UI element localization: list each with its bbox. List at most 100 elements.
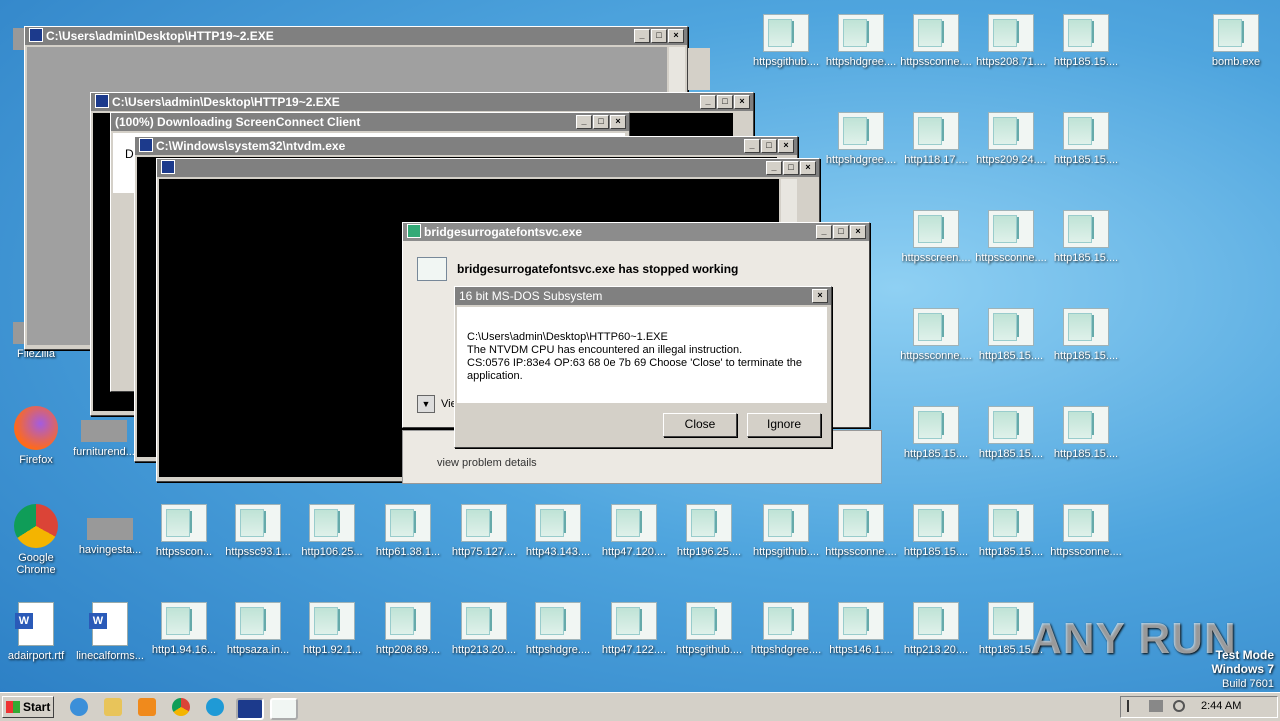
desktop-icon[interactable]: http1.92.1...: [296, 602, 368, 656]
maximize-button[interactable]: □: [783, 161, 799, 175]
close-button[interactable]: ×: [850, 225, 866, 239]
title-bar[interactable]: _ □ ×: [157, 159, 819, 177]
desktop-icon[interactable]: httpshdgre....: [522, 602, 594, 656]
desktop-icon[interactable]: Firefox: [0, 406, 72, 466]
desktop-icon[interactable]: http185.15....: [900, 406, 972, 460]
desktop-icon[interactable]: https146.1....: [825, 602, 897, 656]
desktop-icon[interactable]: http185.15....: [900, 504, 972, 558]
desktop-icon[interactable]: https209.24....: [975, 112, 1047, 166]
desktop-icon[interactable]: httpssconne....: [900, 14, 972, 68]
desktop-icon[interactable]: httpssc93.1...: [222, 504, 294, 558]
desktop-icon[interactable]: http213.20....: [900, 602, 972, 656]
desktop-icon[interactable]: http196.25....: [673, 504, 745, 558]
maximize-button[interactable]: □: [651, 29, 667, 43]
firefox-icon: [14, 406, 58, 450]
media-player-icon[interactable]: [138, 698, 156, 716]
app-taskbar-icon[interactable]: [270, 698, 298, 720]
desktop-icon[interactable]: http75.127....: [448, 504, 520, 558]
executable-icon: [913, 602, 959, 640]
desktop-icon[interactable]: httpshdgree....: [825, 14, 897, 68]
title-bar[interactable]: C:\Users\admin\Desktop\HTTP19~2.EXE _ □ ×: [91, 93, 753, 111]
desktop-icon[interactable]: httpssconne....: [825, 504, 897, 558]
title-bar[interactable]: C:\Users\admin\Desktop\HTTP19~2.EXE _ □ ×: [25, 27, 687, 45]
maximize-button[interactable]: □: [593, 115, 609, 129]
maximize-button[interactable]: □: [761, 139, 777, 153]
close-button[interactable]: ×: [812, 289, 828, 303]
edge-icon[interactable]: [206, 698, 224, 716]
network-icon[interactable]: [1149, 700, 1163, 712]
desktop-icon[interactable]: httpsgithub....: [750, 504, 822, 558]
desktop-icon[interactable]: Wadairport.rtf: [0, 602, 72, 662]
maximize-button[interactable]: □: [717, 95, 733, 109]
chrome-icon[interactable]: [172, 698, 190, 716]
title-bar[interactable]: bridgesurrogatefontsvc.exe _ □ ×: [403, 223, 869, 241]
title-bar[interactable]: C:\Windows\system32\ntvdm.exe _ □ ×: [135, 137, 797, 155]
desktop-icon[interactable]: httpsscon...: [148, 504, 220, 558]
ie-icon[interactable]: [70, 698, 88, 716]
console-icon: [139, 138, 153, 152]
desktop-icon[interactable]: httpssconne....: [1050, 504, 1122, 558]
desktop-icon[interactable]: http208.89....: [372, 602, 444, 656]
close-button[interactable]: ×: [734, 95, 750, 109]
desktop-icon[interactable]: http185.15....: [975, 504, 1047, 558]
desktop-icon[interactable]: http47.120....: [598, 504, 670, 558]
minimize-button[interactable]: _: [766, 161, 782, 175]
desktop-icon[interactable]: havingesta...: [74, 504, 146, 556]
close-button[interactable]: ×: [668, 29, 684, 43]
desktop-icon[interactable]: http47.122....: [598, 602, 670, 656]
desktop-icon[interactable]: http118.17....: [900, 112, 972, 166]
start-button[interactable]: Start: [2, 696, 54, 718]
desktop-icon[interactable]: Wlinecalforms...: [74, 602, 146, 662]
desktop-icon[interactable]: http1.94.16...: [148, 602, 220, 656]
title-bar[interactable]: 16 bit MS-DOS Subsystem ×: [455, 287, 831, 305]
explorer-icon[interactable]: [104, 698, 122, 716]
desktop-icon-label: httpsgithub....: [675, 644, 743, 656]
desktop-icon-label: http185.15....: [978, 546, 1044, 558]
desktop-icon[interactable]: http43.143....: [522, 504, 594, 558]
view-details-toggle[interactable]: ▼: [417, 395, 435, 413]
maximize-button[interactable]: □: [833, 225, 849, 239]
executable-icon: [161, 602, 207, 640]
close-button[interactable]: ×: [800, 161, 816, 175]
desktop-icon[interactable]: bomb.exe: [1200, 14, 1272, 68]
minimize-button[interactable]: _: [700, 95, 716, 109]
desktop-icon[interactable]: httpshdgree....: [825, 112, 897, 166]
desktop-icon[interactable]: http106.25...: [296, 504, 368, 558]
desktop-icon[interactable]: http185.15....: [1050, 14, 1122, 68]
desktop-icon-label: http185.15....: [903, 448, 969, 460]
flag-icon[interactable]: [1127, 700, 1141, 712]
desktop-icon[interactable]: httpsaza.in...: [222, 602, 294, 656]
desktop-icon[interactable]: http185.15....: [1050, 210, 1122, 264]
title-bar[interactable]: (100%) Downloading ScreenConnect Client …: [111, 113, 629, 131]
desktop-icon[interactable]: http185.15....: [975, 308, 1047, 362]
minimize-button[interactable]: _: [576, 115, 592, 129]
minimize-button[interactable]: _: [816, 225, 832, 239]
problem-details-label[interactable]: view problem details: [437, 457, 537, 469]
minimize-button[interactable]: _: [744, 139, 760, 153]
desktop-icon[interactable]: httpssconne....: [900, 308, 972, 362]
desktop-icon[interactable]: httpsgithub....: [673, 602, 745, 656]
minimize-button[interactable]: _: [634, 29, 650, 43]
desktop-icon[interactable]: http185.15....: [975, 406, 1047, 460]
desktop-icon-label: https209.24....: [976, 154, 1046, 166]
desktop-icon[interactable]: http61.38.1...: [372, 504, 444, 558]
close-button[interactable]: ×: [778, 139, 794, 153]
desktop-icon[interactable]: http213.20....: [448, 602, 520, 656]
desktop-icon[interactable]: httpsscreen....: [900, 210, 972, 264]
close-button[interactable]: ×: [610, 115, 626, 129]
clock[interactable]: 2:44 AM: [1201, 700, 1241, 712]
desktop-icon[interactable]: https208.71....: [975, 14, 1047, 68]
executable-icon: [309, 602, 355, 640]
volume-icon[interactable]: [1173, 700, 1185, 712]
desktop-icon[interactable]: httpsgithub....: [750, 14, 822, 68]
close-button[interactable]: Close: [663, 413, 737, 437]
desktop-icon[interactable]: http185.15....: [1050, 406, 1122, 460]
desktop-icon[interactable]: httpssconne....: [975, 210, 1047, 264]
ignore-button[interactable]: Ignore: [747, 413, 821, 437]
desktop-icon[interactable]: httpshdgree....: [750, 602, 822, 656]
desktop-icon[interactable]: Google Chrome: [0, 504, 72, 576]
console-taskbar-icon[interactable]: [236, 698, 264, 720]
msdos-error-dialog[interactable]: 16 bit MS-DOS Subsystem × C:\Users\admin…: [454, 286, 832, 448]
desktop-icon[interactable]: http185.15....: [1050, 112, 1122, 166]
desktop-icon[interactable]: http185.15....: [1050, 308, 1122, 362]
